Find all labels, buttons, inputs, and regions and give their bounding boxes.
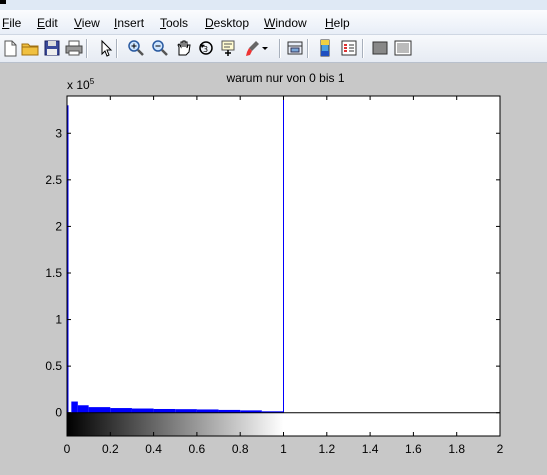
show-plot-tools-button[interactable] [393, 38, 413, 58]
menu-label: iew [81, 16, 100, 30]
menu-file[interactable]: File [2, 16, 21, 30]
save-figure-button[interactable] [42, 38, 62, 58]
print-figure-button[interactable] [64, 38, 84, 58]
zoom-out-icon [152, 40, 168, 56]
menu-label: ools [166, 16, 189, 30]
x-tick-label: 0.8 [232, 442, 249, 456]
x-tick-label: 2 [497, 442, 504, 456]
y-tick-label: 1 [55, 313, 62, 327]
floppy-disk-icon [44, 40, 60, 56]
hide-plot-tools-button[interactable] [370, 38, 390, 58]
x-tick-label: 1.8 [448, 442, 465, 456]
menu-accelerator: V [74, 16, 82, 30]
folder-icon [21, 43, 39, 56]
brush-dropdown-chevron-icon[interactable] [260, 38, 270, 58]
menu-accelerator: H [325, 16, 334, 30]
colorbar-icon [320, 39, 330, 57]
show-tools-icon [394, 40, 412, 56]
x-tick-label: 0.2 [102, 442, 119, 456]
x-tick-label: 0.6 [189, 442, 206, 456]
legend-icon [341, 40, 357, 56]
histogram-bar [110, 408, 132, 413]
new-file-icon [4, 40, 17, 57]
y-tick-label: 3 [55, 126, 62, 140]
brush-icon [246, 41, 259, 56]
printer-icon [65, 40, 83, 56]
link-plot-button[interactable] [285, 38, 305, 58]
histogram-bar [71, 401, 78, 413]
y-tick-label: 1.5 [45, 266, 62, 280]
y-tick-label: 2 [55, 219, 62, 233]
histogram-bar [131, 408, 154, 413]
zoom-in-button[interactable] [126, 38, 146, 58]
zoom-out-button[interactable] [150, 38, 170, 58]
edit-plot-button[interactable] [96, 38, 116, 58]
y-tick-label: 0.5 [45, 359, 62, 373]
histogram-bar [88, 407, 111, 413]
link-plot-icon [287, 41, 303, 55]
menu-label: dit [45, 16, 58, 30]
x-tick-label: 1 [280, 442, 287, 456]
colorbar-strip [67, 412, 284, 436]
histogram-bar [175, 409, 197, 413]
rotate-icon: 3 [199, 41, 213, 55]
x-tick-label: 1.4 [362, 442, 379, 456]
histogram-plot[interactable]: 0 0.2 0.4 0.6 0.8 1 1.2 1.4 1.6 1.8 2 0 0.5 1 1.5 2 2.5… [0, 63, 547, 475]
toolbar-separator [279, 39, 281, 58]
x-tick-label: 0 [64, 442, 71, 456]
menu-label: elp [333, 16, 350, 30]
toolbar-separator [116, 39, 118, 58]
figure-toolbar: 3 [0, 35, 547, 63]
y-exponent-label: x 105 [67, 77, 95, 92]
toolbar-separator [362, 39, 364, 58]
menu-insert[interactable]: Insert [114, 16, 144, 30]
hand-icon [177, 40, 191, 56]
hide-tools-icon [372, 41, 388, 55]
insert-colorbar-button[interactable] [315, 38, 335, 58]
menu-label: indow [275, 16, 307, 30]
toolbar-separator [86, 39, 88, 58]
menu-accelerator: D [205, 16, 214, 30]
arrow-cursor-icon [101, 39, 113, 57]
chart-title: warum nur von 0 bis 1 [225, 71, 344, 85]
figure-canvas: 0 0.2 0.4 0.6 0.8 1 1.2 1.4 1.6 1.8 2 0 0.5 1 1.5 2 2.5… [0, 63, 547, 475]
svg-text:3: 3 [203, 45, 208, 54]
menu-accelerator: W [264, 16, 276, 30]
menu-desktop[interactable]: Desktop [205, 16, 249, 30]
zoom-in-icon [128, 40, 144, 56]
rotate-3d-button[interactable]: 3 [196, 38, 216, 58]
new-figure-button[interactable] [0, 38, 20, 58]
menu-window[interactable]: Window [264, 16, 307, 30]
menu-bar: File Edit View Insert Tools Desktop Window Help [0, 10, 547, 35]
y-tick-label: 0 [55, 406, 62, 420]
menu-view[interactable]: View [74, 16, 100, 30]
menu-label: ile [9, 16, 22, 30]
x-tick-label: 0.4 [145, 442, 162, 456]
histogram-bar [77, 405, 89, 413]
data-cursor-icon [221, 40, 235, 56]
insert-legend-button[interactable] [339, 38, 359, 58]
menu-help[interactable]: Help [325, 16, 350, 30]
x-tick-label: 1.2 [318, 442, 335, 456]
toolbar-separator [307, 39, 309, 58]
x-tick-label: 1.6 [405, 442, 422, 456]
window-icon [0, 0, 6, 4]
data-cursor-button[interactable] [219, 38, 239, 58]
histogram-bar [153, 408, 176, 413]
menu-label: nsert [117, 16, 145, 30]
menu-accelerator: E [37, 16, 46, 30]
brush-button[interactable] [242, 38, 262, 58]
menu-tools[interactable]: Tools [160, 16, 188, 30]
menu-label: esktop [213, 16, 250, 30]
open-file-button[interactable] [20, 38, 40, 58]
y-tick-label: 2.5 [45, 173, 62, 187]
window-title-strip [0, 0, 547, 10]
menu-edit[interactable]: Edit [37, 16, 58, 30]
pan-button[interactable] [173, 38, 193, 58]
